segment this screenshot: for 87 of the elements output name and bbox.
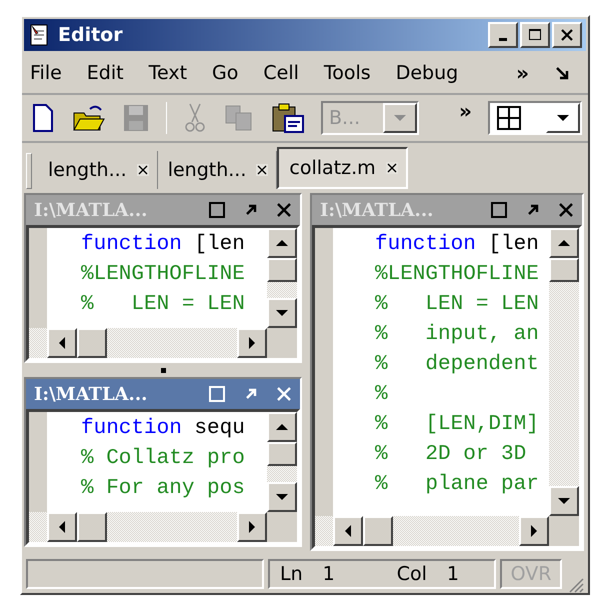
dock-arrow-icon[interactable] [554,65,570,81]
scrollbar-corner [549,516,579,546]
maximize-icon[interactable] [208,201,226,219]
up-arrow-icon [275,239,289,247]
comment-line: % LEN = LEN [81,292,245,318]
scrollbar-corner [267,512,297,542]
comment-line: % dependent [375,352,539,378]
scroll-thumb[interactable] [77,328,107,358]
close-icon[interactable] [386,162,398,174]
comment-line: % input, an [375,322,539,348]
close-icon[interactable] [558,202,574,218]
horizontal-scrollbar[interactable] [29,512,297,542]
menu-item[interactable]: Cell [263,62,299,84]
code-line: function [len [375,232,539,258]
comment-line: % For any pos [81,476,245,502]
maximize-icon [528,28,542,42]
minimize-button[interactable] [488,22,518,48]
right-arrow-icon [530,524,538,538]
down-arrow-icon [557,497,571,505]
horizontal-scrollbar[interactable] [29,328,297,358]
horizontal-scrollbar[interactable] [315,516,579,546]
close-icon[interactable] [256,164,268,176]
menu-item[interactable]: Tools [324,62,371,84]
comment-line: % Collatz pro [81,446,245,472]
caret-icon [556,114,570,122]
scroll-thumb[interactable] [267,442,297,466]
menu-item[interactable]: Edit [86,62,124,84]
column-label: Col [396,563,427,585]
comment-line: %LENGTHOFLINE [81,262,245,288]
panel-title: I:\MATLA... [34,200,148,220]
comment-line: %LENGTHOFLINE [375,262,539,288]
maximize-icon[interactable] [490,201,508,219]
comment-line: % [LEN,DIM] [375,412,539,438]
code-line: function sequ [81,416,245,442]
left-arrow-icon [344,524,352,538]
scroll-thumb[interactable] [549,258,579,282]
more-menu-button[interactable]: » [516,61,529,85]
menu-item[interactable]: Go [212,62,238,84]
close-icon[interactable] [276,202,292,218]
left-arrow-icon [58,520,66,534]
close-button[interactable] [552,22,582,48]
code-area[interactable]: function [len %LENGTHOFLINE % LEN = LEN % input, an % dependent % % [LEN,DIM] % 2D or 3D % plane par [335,228,549,516]
scroll-thumb[interactable] [77,512,107,542]
grid-icon [496,105,522,131]
layout-dropdown[interactable] [488,101,582,135]
down-arrow-icon [275,309,289,317]
paste-button[interactable] [271,102,305,134]
scroll-thumb[interactable] [267,258,297,282]
right-arrow-icon [248,520,256,534]
code-area[interactable]: function sequ % Collatz pro % For any pos [49,412,267,512]
menu-item[interactable]: File [30,62,62,84]
panel-title: I:\MATLA... [34,384,148,404]
scroll-thumb[interactable] [363,516,393,546]
menu-item[interactable]: Debug [396,62,458,84]
scrollbar-corner [267,328,297,358]
open-folder-button[interactable] [72,103,106,133]
document-tab[interactable]: collatz.m [277,147,408,189]
vertical-scrollbar[interactable] [267,228,297,328]
comment-line: % plane par [375,472,539,498]
caret-icon [393,114,407,122]
vertical-scrollbar[interactable] [267,412,297,512]
comment-line: % 2D or 3D [375,442,526,468]
close-icon [560,28,574,42]
new-file-button[interactable] [30,103,56,133]
up-arrow-icon [557,239,571,247]
close-icon[interactable] [136,164,149,176]
comment-line: % LEN = LEN [375,292,539,318]
vertical-scrollbar[interactable] [549,228,579,516]
code-line: function [len [81,232,245,258]
undock-arrow-icon[interactable] [244,203,258,217]
right-arrow-icon [248,336,256,350]
code-area[interactable]: function [len %LENGTHOFLINE % LEN = LEN [49,228,267,328]
down-arrow-icon [275,493,289,501]
minimize-icon [499,38,507,40]
left-arrow-icon [58,336,66,350]
line-number: 1 [322,563,335,585]
more-tools-button[interactable]: » [459,99,472,123]
panel-title: I:\MATLA... [320,200,434,220]
undock-arrow-icon[interactable] [526,203,540,217]
up-arrow-icon [275,423,289,431]
comment-line: % [375,382,388,408]
maximize-button[interactable] [520,22,550,48]
line-label: Ln [280,563,303,585]
column-number: 1 [446,563,459,585]
menu-item[interactable]: Text [148,62,188,84]
document-tab[interactable]: length... [38,151,158,189]
window-title: Editor [58,24,124,46]
